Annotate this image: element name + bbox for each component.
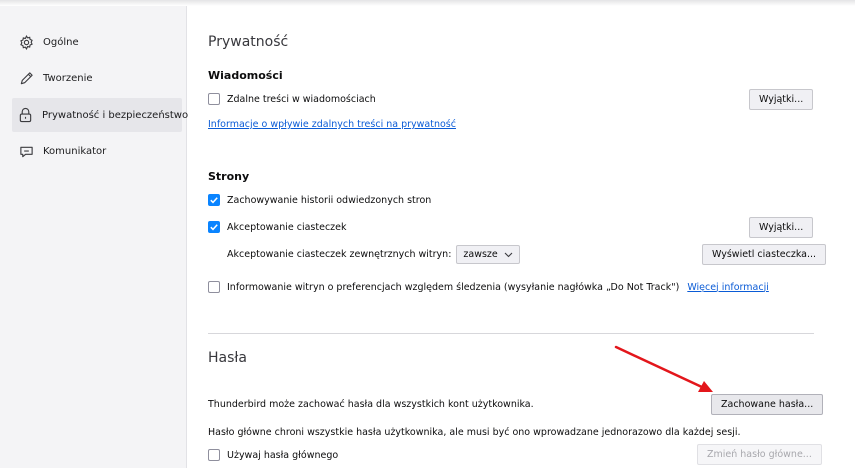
sidebar-item-chat[interactable]: Komunikator bbox=[12, 134, 182, 168]
chat-bubble-icon bbox=[18, 143, 34, 159]
preferences-content: Prywatność Wiadomości Zdalne treści w wi… bbox=[208, 0, 827, 468]
change-master-password-button: Zmień hasło główne... bbox=[697, 444, 822, 465]
sidebar-item-label: Prywatność i bezpieczeństwo bbox=[42, 109, 189, 121]
master-password-description-row: Hasło główne chroni wszystkie hasła użyt… bbox=[208, 427, 740, 438]
sidebar-item-label: Ogólne bbox=[43, 36, 79, 48]
sidebar: Ogólne Tworzenie Prywatność i bezpieczeń… bbox=[0, 6, 188, 468]
sidebar-item-label: Tworzenie bbox=[43, 72, 93, 84]
use-master-password-label: Używaj hasła głównego bbox=[227, 449, 339, 461]
passwords-description: Thunderbird może zachować hasła dla wszy… bbox=[208, 399, 534, 410]
history-checkbox[interactable] bbox=[208, 194, 220, 206]
gear-icon bbox=[18, 34, 34, 50]
sidebar-item-general[interactable]: Ogólne bbox=[12, 25, 182, 59]
third-party-cookies-select[interactable]: zawsze bbox=[456, 245, 520, 264]
use-master-password-row[interactable]: Używaj hasła głównego bbox=[208, 449, 338, 461]
more-info-link[interactable]: Więcej informacji bbox=[687, 282, 769, 293]
third-party-cookies-value: zawsze bbox=[463, 249, 498, 260]
remote-content-checkbox[interactable] bbox=[208, 93, 220, 105]
third-party-cookies-label: Akceptowanie ciasteczek zewnętrznych wit… bbox=[227, 249, 452, 260]
cookies-checkbox-row[interactable]: Akceptowanie ciasteczek bbox=[208, 221, 347, 233]
sidebar-item-label: Komunikator bbox=[43, 145, 107, 157]
sidebar-item-composition[interactable]: Tworzenie bbox=[12, 61, 182, 95]
show-cookies-button[interactable]: Wyświetl ciasteczka... bbox=[702, 244, 827, 265]
history-label: Zachowywanie historii odwiedzonych stron bbox=[227, 194, 432, 206]
remote-content-info-row: Informacje o wpływie zdalnych treści na … bbox=[208, 119, 456, 130]
chevron-down-icon bbox=[504, 252, 513, 257]
passwords-section-title: Hasła bbox=[208, 350, 247, 366]
section-divider bbox=[208, 333, 814, 334]
checkmark-icon bbox=[210, 197, 218, 204]
passwords-description-row: Thunderbird może zachować hasła dla wszy… bbox=[208, 399, 534, 410]
remote-content-exceptions-button[interactable]: Wyjątki... bbox=[749, 89, 814, 110]
cookies-label: Akceptowanie ciasteczek bbox=[227, 221, 347, 233]
privacy-section-title: Prywatność bbox=[208, 34, 289, 50]
messages-heading: Wiadomości bbox=[208, 69, 283, 82]
history-checkbox-row[interactable]: Zachowywanie historii odwiedzonych stron bbox=[208, 194, 431, 206]
use-master-password-checkbox[interactable] bbox=[208, 449, 220, 461]
remote-content-label: Zdalne treści w wiadomościach bbox=[227, 93, 376, 105]
sidebar-item-privacy[interactable]: Prywatność i bezpieczeństwo bbox=[12, 98, 188, 132]
remote-content-info-link[interactable]: Informacje o wpływie zdalnych treści na … bbox=[208, 119, 456, 130]
checkmark-icon bbox=[210, 224, 218, 231]
lock-icon bbox=[18, 107, 33, 123]
do-not-track-checkbox[interactable] bbox=[208, 281, 220, 293]
do-not-track-checkbox-row[interactable]: Informowanie witryn o preferencjach wzgl… bbox=[208, 281, 769, 293]
pencil-icon bbox=[18, 70, 34, 86]
master-password-description: Hasło główne chroni wszystkie hasła użyt… bbox=[208, 427, 741, 438]
saved-passwords-button[interactable]: Zachowane hasła... bbox=[711, 394, 824, 415]
do-not-track-label: Informowanie witryn o preferencjach wzgl… bbox=[227, 281, 680, 293]
cookies-exceptions-button[interactable]: Wyjątki... bbox=[749, 217, 814, 238]
remote-content-checkbox-row[interactable]: Zdalne treści w wiadomościach bbox=[208, 93, 376, 105]
third-party-cookies-row: Akceptowanie ciasteczek zewnętrznych wit… bbox=[227, 245, 520, 264]
cookies-checkbox[interactable] bbox=[208, 221, 220, 233]
sites-heading: Strony bbox=[208, 170, 250, 183]
